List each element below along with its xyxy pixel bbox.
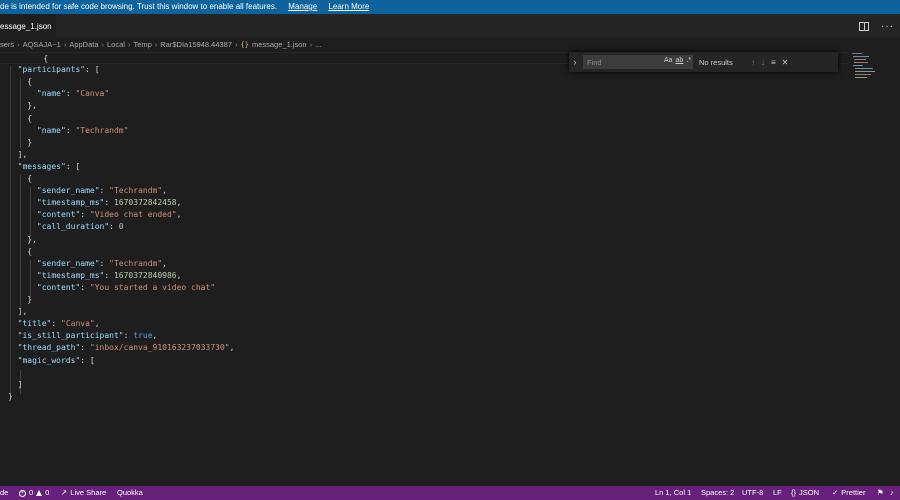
code-line: "content": "Video chat ended",	[36, 210, 182, 220]
code-line: "sender_name": "Techrandm",	[36, 186, 167, 196]
minimap-line	[855, 68, 873, 69]
code-line: ],	[8, 307, 28, 317]
chevron-right-icon: ›	[154, 40, 158, 49]
language-mode[interactable]: {} JSON	[791, 486, 819, 500]
prettier-button[interactable]: ✓ Prettier	[832, 486, 865, 500]
chevron-right-icon: ›	[235, 40, 238, 49]
match-case-icon[interactable]: Aa	[664, 57, 673, 64]
breadcrumb-item[interactable]: Local	[107, 38, 125, 52]
code-line: "messages": [	[17, 161, 81, 171]
chevron-right-icon: ›	[17, 40, 20, 49]
error-icon: ×	[19, 489, 26, 497]
minimap-line	[853, 56, 869, 57]
find-input[interactable]: Find Aa ab .*	[583, 55, 693, 69]
minimap-line	[854, 59, 866, 60]
restricted-mode-banner: de is intended for safe code browsing. T…	[0, 0, 900, 14]
close-icon[interactable]: ✕	[782, 58, 789, 67]
warning-count: 0	[45, 488, 50, 497]
code-line: ]	[8, 379, 23, 389]
braces-icon: {}	[791, 488, 797, 497]
breadcrumb-file[interactable]: message_1.json	[252, 38, 307, 52]
toggle-replace-chevron-icon[interactable]: ›	[569, 57, 581, 67]
code-line: {	[8, 246, 33, 256]
code-line: "timestamp_ms": 1670372840986,	[36, 270, 182, 280]
learn-more-link[interactable]: Learn More	[328, 0, 369, 14]
tab-bar: essage_1.json ···	[0, 14, 900, 38]
code-line: },	[8, 101, 37, 111]
code-line: },	[8, 234, 37, 244]
banner-message: de is intended for safe code browsing. T…	[0, 2, 278, 11]
code-line: "call_duration": 0	[36, 222, 124, 232]
breadcrumb-item[interactable]: Temp	[133, 38, 151, 52]
tab-message-json[interactable]: essage_1.json	[0, 14, 56, 38]
use-regex-icon[interactable]: .*	[686, 57, 691, 64]
next-match-icon[interactable]: ↓	[761, 58, 765, 67]
quokka-button[interactable]: Quokka	[117, 486, 143, 500]
code-line: {	[8, 77, 33, 87]
chevron-right-icon: ›	[309, 40, 313, 49]
find-results: No results	[699, 57, 733, 67]
code-line: "title": "Canva",	[17, 319, 100, 329]
code-line: "name": "Canva"	[36, 89, 110, 99]
code-line: }	[8, 137, 33, 147]
find-placeholder: Find	[587, 57, 602, 67]
chevron-right-icon: ›	[63, 40, 67, 49]
code-line: {	[8, 174, 33, 183]
code-line: ],	[8, 149, 28, 159]
find-in-selection-icon[interactable]: ≡	[771, 58, 776, 67]
minimap-line	[854, 62, 868, 63]
breadcrumb-trailing[interactable]: ...	[315, 38, 321, 52]
minimap-line	[855, 71, 875, 72]
breadcrumb-item[interactable]: sers	[0, 38, 14, 52]
code-line: "sender_name": "Techrandm",	[36, 258, 167, 268]
warning-icon	[36, 490, 43, 496]
code-line: "thread_path": "inbox/canva_910163237033…	[17, 343, 235, 353]
code-line: }	[8, 391, 13, 401]
find-widget: › Find Aa ab .* No results ↑ ↓ ≡ ✕	[569, 52, 838, 72]
chevron-right-icon: ›	[127, 40, 131, 49]
chevron-right-icon: ›	[101, 40, 105, 49]
code-line: "magic_words": [	[17, 355, 95, 365]
minimap-line	[853, 65, 863, 66]
error-count: 0	[29, 488, 34, 497]
breadcrumb-item[interactable]: AQSAJA~1	[23, 38, 61, 52]
end-of-line[interactable]: LF	[773, 486, 782, 500]
check-double-icon: ✓	[832, 488, 839, 497]
match-whole-word-icon[interactable]: ab	[676, 57, 684, 64]
indentation[interactable]: Spaces: 2	[701, 486, 734, 500]
minimap-line	[852, 53, 862, 54]
minimap-line	[855, 74, 871, 75]
minimap[interactable]	[848, 52, 900, 486]
editor-actions: ···	[859, 14, 894, 38]
minimap-line	[855, 77, 867, 78]
status-bar: de × 0 0 ↗ Live Share Quokka Ln 1, Col 1…	[0, 486, 900, 500]
breadcrumb-item[interactable]: AppData	[69, 38, 98, 52]
encoding[interactable]: UTF-8	[742, 486, 763, 500]
status-mode[interactable]: de	[0, 486, 8, 500]
code-line: }	[8, 295, 33, 304]
code-line: "timestamp_ms": 1670372842458,	[36, 198, 182, 208]
live-share-icon: ↗	[61, 488, 68, 497]
code-line: "participants": [	[17, 65, 100, 75]
breadcrumb: sers › AQSAJA~1 › AppData › Local › Temp › Rar$DIa…	[0, 38, 900, 52]
code-line: {	[8, 113, 33, 123]
problems-indicator[interactable]: × 0 0	[19, 486, 49, 500]
manage-link[interactable]: Manage	[288, 0, 317, 14]
split-editor-icon[interactable]	[859, 21, 869, 31]
code-line: "is_still_participant": true,	[17, 331, 158, 341]
more-actions-icon[interactable]: ···	[881, 21, 894, 32]
breadcrumb-item[interactable]: Rar$DIa15948.44387	[160, 38, 232, 52]
json-file-icon: {}	[240, 41, 249, 49]
code-line: "content": "You started a video chat"	[36, 282, 216, 292]
cursor-position[interactable]: Ln 1, Col 1	[655, 486, 691, 500]
live-share-button[interactable]: ↗ Live Share	[61, 486, 106, 500]
code-line: "name": "Techrandm"	[36, 125, 129, 135]
code-editor[interactable]: { "participants": [ { "name": "Canva" },…	[0, 52, 848, 486]
notifications-icon[interactable]: ♪	[890, 486, 894, 500]
feedback-icon[interactable]: ⚑	[877, 486, 884, 500]
previous-match-icon[interactable]: ↑	[751, 58, 755, 67]
